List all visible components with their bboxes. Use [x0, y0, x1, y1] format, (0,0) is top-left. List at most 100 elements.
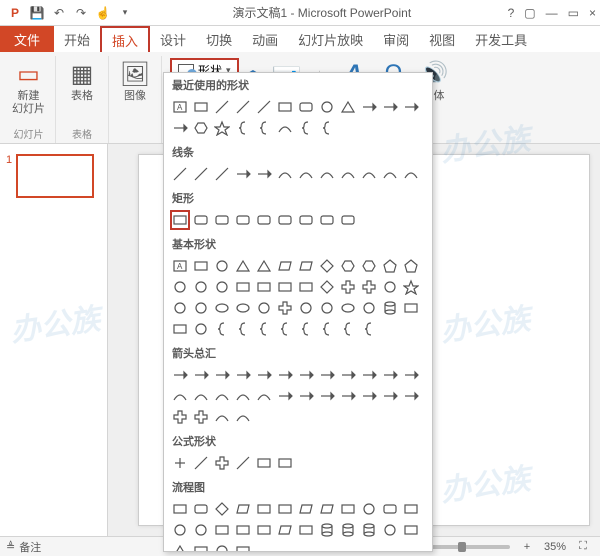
shape-cross[interactable] [191, 407, 211, 427]
shape-arrow[interactable] [170, 118, 190, 138]
shape-rect[interactable] [254, 453, 274, 473]
shape-arrow[interactable] [296, 365, 316, 385]
shape-rect[interactable] [254, 277, 274, 297]
shape-curve[interactable] [317, 164, 337, 184]
zoom-in-button[interactable]: + [518, 539, 536, 555]
shape-rect[interactable] [275, 453, 295, 473]
ribbon-options-button[interactable]: ▢ [524, 6, 535, 20]
shape-brace[interactable] [317, 319, 337, 339]
shape-brace[interactable] [275, 319, 295, 339]
shape-curve[interactable] [212, 386, 232, 406]
shape-rect[interactable] [191, 97, 211, 117]
shape-curve[interactable] [275, 118, 295, 138]
shape-arrow[interactable] [380, 386, 400, 406]
shape-rect[interactable] [296, 277, 316, 297]
shape-arrow[interactable] [401, 386, 421, 406]
shape-diamond[interactable] [212, 499, 232, 519]
shape-arrow[interactable] [359, 386, 379, 406]
shape-circle[interactable] [317, 97, 337, 117]
shape-curve[interactable] [401, 164, 421, 184]
shape-rect[interactable] [275, 97, 295, 117]
shape-curve[interactable] [233, 386, 253, 406]
notes-icon[interactable]: ≜ [6, 540, 15, 553]
shape-arrow[interactable] [275, 365, 295, 385]
tab-review[interactable]: 审阅 [373, 26, 419, 52]
shape-roundrect[interactable] [275, 210, 295, 230]
shape-brace[interactable] [359, 319, 379, 339]
shape-roundrect[interactable] [191, 210, 211, 230]
shape-circle[interactable] [212, 256, 232, 276]
shape-line[interactable] [212, 164, 232, 184]
shape-rect[interactable] [401, 520, 421, 540]
shape-arrow[interactable] [338, 365, 358, 385]
shape-brace[interactable] [233, 118, 253, 138]
shape-rect[interactable] [338, 499, 358, 519]
shape-arrow[interactable] [317, 365, 337, 385]
shape-para[interactable] [275, 256, 295, 276]
shape-rect[interactable] [191, 256, 211, 276]
shape-pent[interactable] [380, 256, 400, 276]
touch-mode-icon[interactable]: ☝ [95, 5, 111, 21]
shape-curve[interactable] [296, 164, 316, 184]
shape-line[interactable] [212, 97, 232, 117]
shape-arrow[interactable] [275, 386, 295, 406]
shape-para[interactable] [233, 499, 253, 519]
shape-diamond[interactable] [317, 277, 337, 297]
help-button[interactable]: ? [508, 6, 515, 20]
shape-brace[interactable] [233, 319, 253, 339]
shape-line[interactable] [170, 164, 190, 184]
fit-window-icon[interactable]: ⛶ [574, 539, 592, 555]
shape-roundrect[interactable] [380, 499, 400, 519]
shape-cyl[interactable] [338, 520, 358, 540]
shape-line[interactable] [254, 97, 274, 117]
notes-label[interactable]: 备注 [19, 539, 41, 555]
shape-tri[interactable] [254, 256, 274, 276]
shape-roundrect[interactable] [296, 97, 316, 117]
shape-tri[interactable] [170, 541, 190, 552]
shape-rect[interactable] [275, 277, 295, 297]
shape-rect[interactable] [233, 541, 253, 552]
shape-circle[interactable] [170, 520, 190, 540]
shape-curve[interactable] [275, 164, 295, 184]
minimize-button[interactable]: — [546, 6, 558, 20]
shape-curve[interactable] [170, 386, 190, 406]
shape-roundrect[interactable] [212, 210, 232, 230]
shape-diamond[interactable] [317, 256, 337, 276]
shape-line[interactable] [191, 164, 211, 184]
shape-rect[interactable] [170, 210, 190, 230]
shape-arrow[interactable] [380, 97, 400, 117]
shape-line[interactable] [233, 97, 253, 117]
shape-cyl[interactable] [359, 520, 379, 540]
shape-rect[interactable] [233, 277, 253, 297]
tab-home[interactable]: 开始 [54, 26, 100, 52]
shape-curve[interactable] [338, 164, 358, 184]
shape-curve[interactable] [191, 386, 211, 406]
shape-arrow[interactable] [296, 386, 316, 406]
shape-hex[interactable] [359, 256, 379, 276]
shape-arrow[interactable] [338, 386, 358, 406]
shape-roundrect[interactable] [233, 210, 253, 230]
shape-roundrect[interactable] [317, 210, 337, 230]
shape-rect[interactable] [275, 499, 295, 519]
shape-plus[interactable] [170, 453, 190, 473]
shape-circle[interactable] [380, 520, 400, 540]
shape-circle[interactable] [359, 499, 379, 519]
shape-circle[interactable] [212, 277, 232, 297]
new-slide-button[interactable]: ▭ 新建 幻灯片 [8, 56, 49, 118]
close-button[interactable]: × [589, 6, 596, 20]
shape-para[interactable] [296, 499, 316, 519]
shape-brace[interactable] [254, 319, 274, 339]
shape-arrow[interactable] [170, 365, 190, 385]
shape-circle[interactable] [191, 298, 211, 318]
shape-cross[interactable] [338, 277, 358, 297]
shape-cyl[interactable] [317, 520, 337, 540]
redo-icon[interactable]: ↷ [73, 5, 89, 21]
tab-insert[interactable]: 插入 [100, 26, 150, 52]
shape-roundrect[interactable] [191, 499, 211, 519]
tab-animations[interactable]: 动画 [242, 26, 288, 52]
shape-rect[interactable] [254, 520, 274, 540]
shape-curve[interactable] [233, 407, 253, 427]
shape-arrow[interactable] [254, 365, 274, 385]
shape-arrow[interactable] [401, 97, 421, 117]
shape-para[interactable] [275, 520, 295, 540]
